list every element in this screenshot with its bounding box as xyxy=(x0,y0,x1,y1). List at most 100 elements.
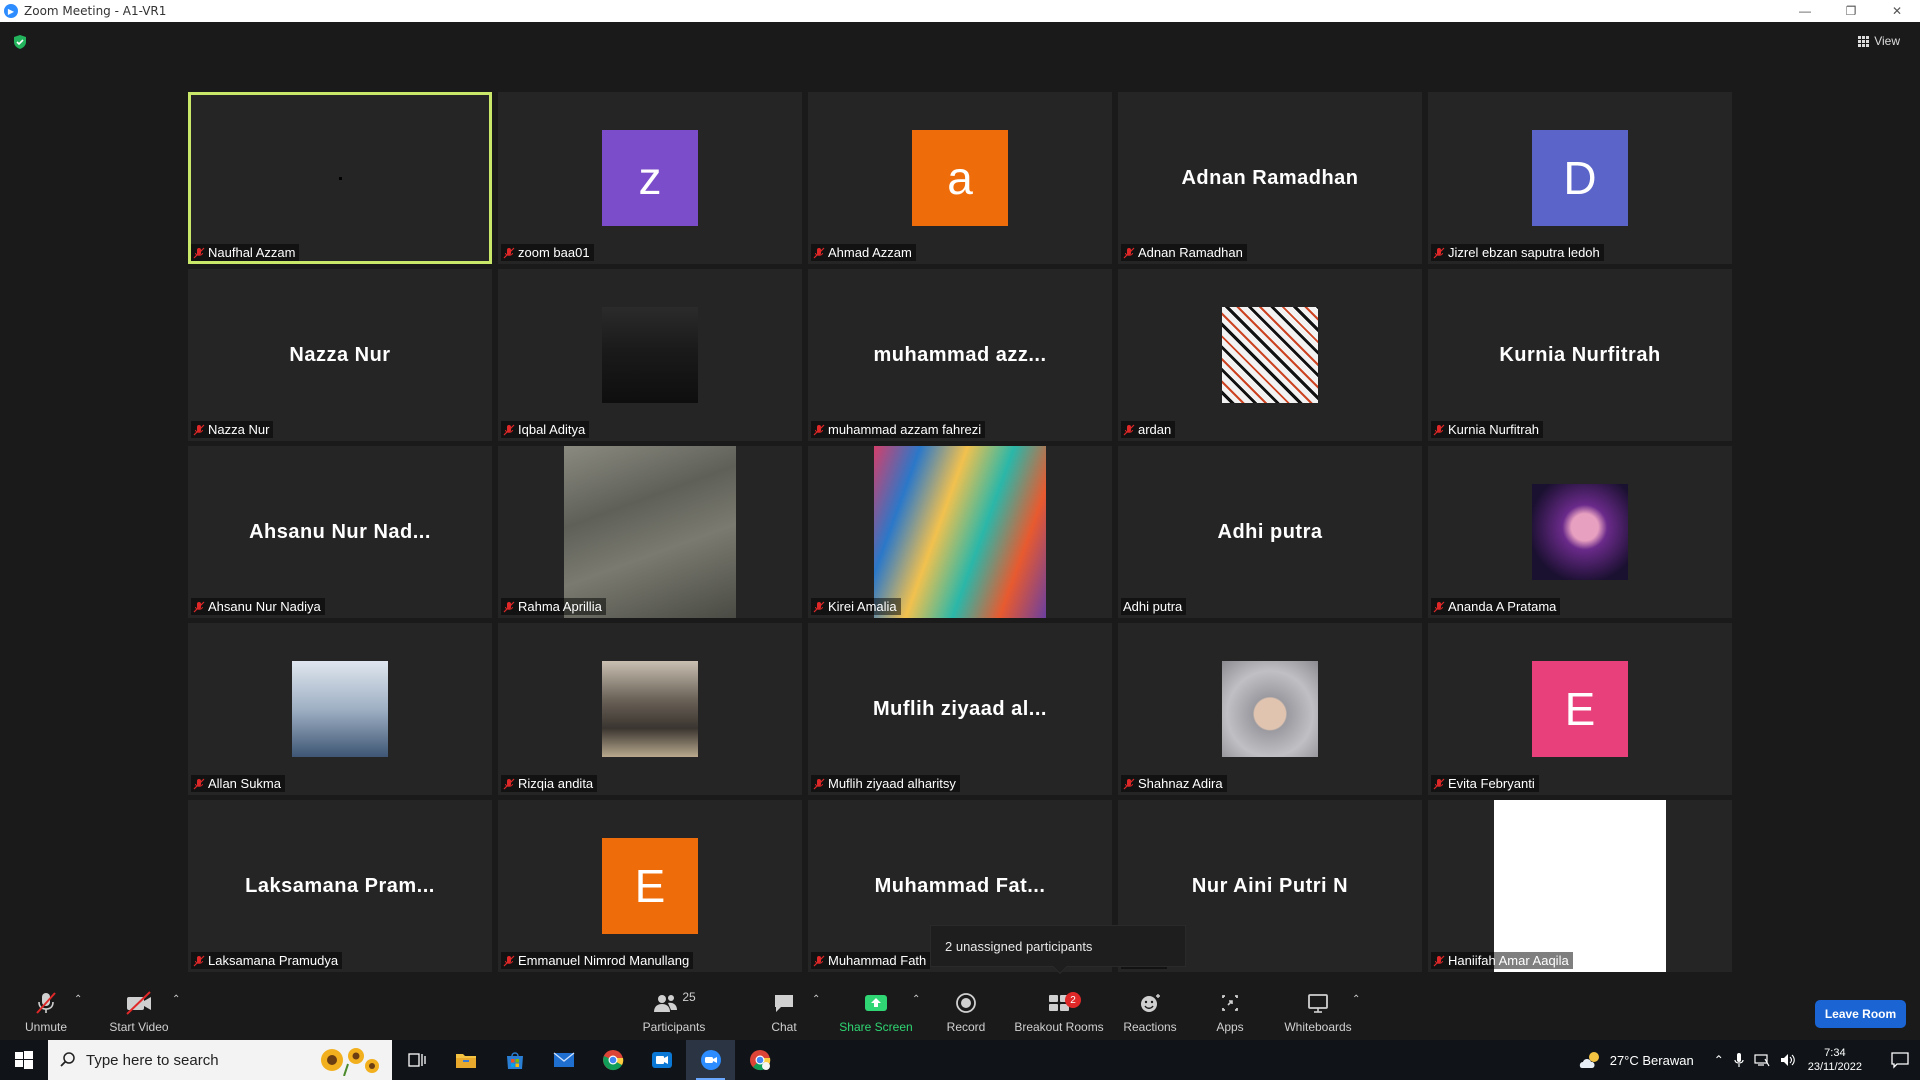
mail-envelope-icon xyxy=(553,1052,574,1067)
participant-name-label: Rizqia andita xyxy=(501,775,598,792)
participant-tile[interactable]: Rahma Aprillia xyxy=(498,446,802,618)
avatar: E xyxy=(1532,661,1628,757)
participant-tile[interactable]: muhammad azz... muhammad azzam fahrezi xyxy=(808,269,1112,441)
microphone-muted-icon xyxy=(813,955,825,966)
participant-tile[interactable]: Adhi putra Adhi putra xyxy=(1118,446,1422,618)
windows-start-button[interactable] xyxy=(0,1040,48,1080)
avatar: E xyxy=(602,838,698,934)
participant-tile[interactable]: Ahsanu Nur Nad... Ahsanu Nur Nadiya xyxy=(188,446,492,618)
participant-tile[interactable]: E Evita Febryanti xyxy=(1428,623,1732,795)
chrome-profile-button[interactable] xyxy=(735,1040,784,1080)
file-explorer-button[interactable] xyxy=(441,1040,490,1080)
camera-off-icon xyxy=(126,991,151,1015)
participant-tile[interactable]: Muflih ziyaad al... Muflih ziyaad alharit… xyxy=(808,623,1112,795)
microphone-muted-icon xyxy=(813,601,825,612)
volume-icon[interactable] xyxy=(1780,1053,1796,1067)
teams-video-button[interactable] xyxy=(637,1040,686,1080)
zoom-taskbar-button[interactable] xyxy=(686,1040,735,1080)
participant-tile[interactable]: z zoom baa01 xyxy=(498,92,802,264)
participant-tile[interactable]: Iqbal Aditya xyxy=(498,269,802,441)
participant-name-label: Allan Sukma xyxy=(191,775,285,792)
shield-check-icon[interactable] xyxy=(12,34,28,50)
record-button[interactable]: Record xyxy=(944,980,988,1040)
cloudy-weather-icon xyxy=(1579,1052,1599,1068)
whiteboards-button[interactable]: Whiteboards xyxy=(1282,980,1354,1040)
video-options-chevron-icon[interactable]: ⌃ xyxy=(172,994,180,1005)
folder-icon xyxy=(455,1054,476,1068)
participant-name-label: Muflih ziyaad alharitsy xyxy=(811,775,960,792)
reactions-button[interactable]: Reactions xyxy=(1120,980,1180,1040)
task-view-button[interactable] xyxy=(392,1040,441,1080)
participant-tile[interactable]: ardan xyxy=(1118,269,1422,441)
network-icon[interactable] xyxy=(1754,1053,1770,1067)
participant-tile[interactable]: Shahnaz Adira xyxy=(1118,623,1422,795)
chat-button[interactable]: Chat xyxy=(764,980,804,1040)
breakout-rooms-label: Breakout Rooms xyxy=(1014,1020,1104,1034)
notifications-button[interactable] xyxy=(1880,1051,1920,1069)
restore-button[interactable]: ❐ xyxy=(1828,0,1874,22)
sunflowers-icon xyxy=(321,1048,379,1076)
chrome-profile-icon xyxy=(749,1050,770,1071)
breakout-rooms-button[interactable]: 2 Breakout Rooms xyxy=(1012,980,1106,1040)
close-button[interactable]: ✕ xyxy=(1874,0,1920,22)
participant-tile[interactable]: Kirei Amalia xyxy=(808,446,1112,618)
avatar: z xyxy=(602,130,698,226)
participant-tile[interactable]: Haniifah Amar Aaqila xyxy=(1428,800,1732,972)
whiteboard-options-chevron-icon[interactable]: ⌃ xyxy=(1352,994,1360,1005)
microphone-icon[interactable] xyxy=(1734,1052,1744,1068)
participant-tile[interactable]: Rizqia andita xyxy=(498,623,802,795)
participant-name: Rizqia andita xyxy=(518,776,594,791)
participant-tile[interactable]: Ananda A Pratama xyxy=(1428,446,1732,618)
participant-display-name: Nazza Nur xyxy=(289,343,391,366)
participant-name-label: zoom baa01 xyxy=(501,244,594,261)
unassigned-participants-popup[interactable]: 2 unassigned participants xyxy=(930,925,1186,975)
mail-button[interactable] xyxy=(539,1040,588,1080)
participant-tile[interactable]: Laksamana Pram... Laksamana Pramudya xyxy=(188,800,492,972)
microphone-muted-icon xyxy=(503,778,515,789)
participant-tile[interactable]: E Emmanuel Nimrod Manullang xyxy=(498,800,802,972)
avatar: D xyxy=(1532,130,1628,226)
microsoft-store-button[interactable] xyxy=(490,1040,539,1080)
participant-tile[interactable]: Nazza Nur Nazza Nur xyxy=(188,269,492,441)
participant-display-name: Adnan Ramadhan xyxy=(1181,166,1359,189)
participant-name-label: Haniifah Amar Aaqila xyxy=(1431,952,1573,969)
minimize-button[interactable]: — xyxy=(1782,0,1828,22)
chrome-button[interactable] xyxy=(588,1040,637,1080)
share-screen-button[interactable]: Share Screen xyxy=(836,980,916,1040)
microphone-muted-icon xyxy=(1123,247,1135,258)
unmute-label: Unmute xyxy=(24,1020,68,1034)
participant-name-label: Ananda A Pratama xyxy=(1431,598,1561,615)
audio-options-chevron-icon[interactable]: ⌃ xyxy=(74,994,82,1005)
microphone-muted-icon xyxy=(503,955,515,966)
apps-button[interactable]: Apps xyxy=(1210,980,1250,1040)
participant-name-label: Laksamana Pramudya xyxy=(191,952,343,969)
participant-tile[interactable]: Allan Sukma xyxy=(188,623,492,795)
taskbar-clock[interactable]: 7:34 23/11/2022 xyxy=(1808,1046,1862,1074)
show-hidden-icons-chevron-icon[interactable]: ⌃ xyxy=(1714,1053,1724,1067)
microphone-muted-icon xyxy=(1433,424,1445,435)
microphone-muted-icon xyxy=(1433,778,1445,789)
view-button[interactable]: View xyxy=(1858,34,1900,48)
participant-name: Ahmad Azzam xyxy=(828,245,912,260)
participant-tile[interactable]: Adnan Ramadhan Adnan Ramadhan xyxy=(1118,92,1422,264)
chat-options-chevron-icon[interactable]: ⌃ xyxy=(812,994,820,1005)
unmute-button[interactable]: Unmute xyxy=(18,980,74,1040)
microphone-muted-icon xyxy=(193,955,205,966)
record-icon xyxy=(956,993,976,1013)
participant-tile[interactable]: Kurnia Nurfitrah Kurnia Nurfitrah xyxy=(1428,269,1732,441)
microphone-muted-icon xyxy=(193,247,205,258)
leave-room-button[interactable]: Leave Room xyxy=(1815,1000,1906,1028)
start-video-button[interactable]: Start Video xyxy=(104,980,174,1040)
participant-tile[interactable]: a Ahmad Azzam xyxy=(808,92,1112,264)
participant-tile[interactable]: D Jizrel ebzan saputra ledoh xyxy=(1428,92,1732,264)
participants-button[interactable]: 25 Participants xyxy=(638,980,710,1040)
share-options-chevron-icon[interactable]: ⌃ xyxy=(912,994,920,1005)
participant-name: Iqbal Aditya xyxy=(518,422,586,437)
participant-name: Kirei Amalia xyxy=(828,599,897,614)
weather-widget[interactable]: 27°C Berawan xyxy=(1578,1050,1694,1070)
store-bag-icon xyxy=(506,1052,523,1069)
microphone-muted-icon xyxy=(503,601,515,612)
participant-photo xyxy=(1222,661,1318,757)
participant-tile[interactable]: Naufhal Azzam xyxy=(188,92,492,264)
taskbar-search-box[interactable]: Type here to search xyxy=(48,1040,392,1080)
